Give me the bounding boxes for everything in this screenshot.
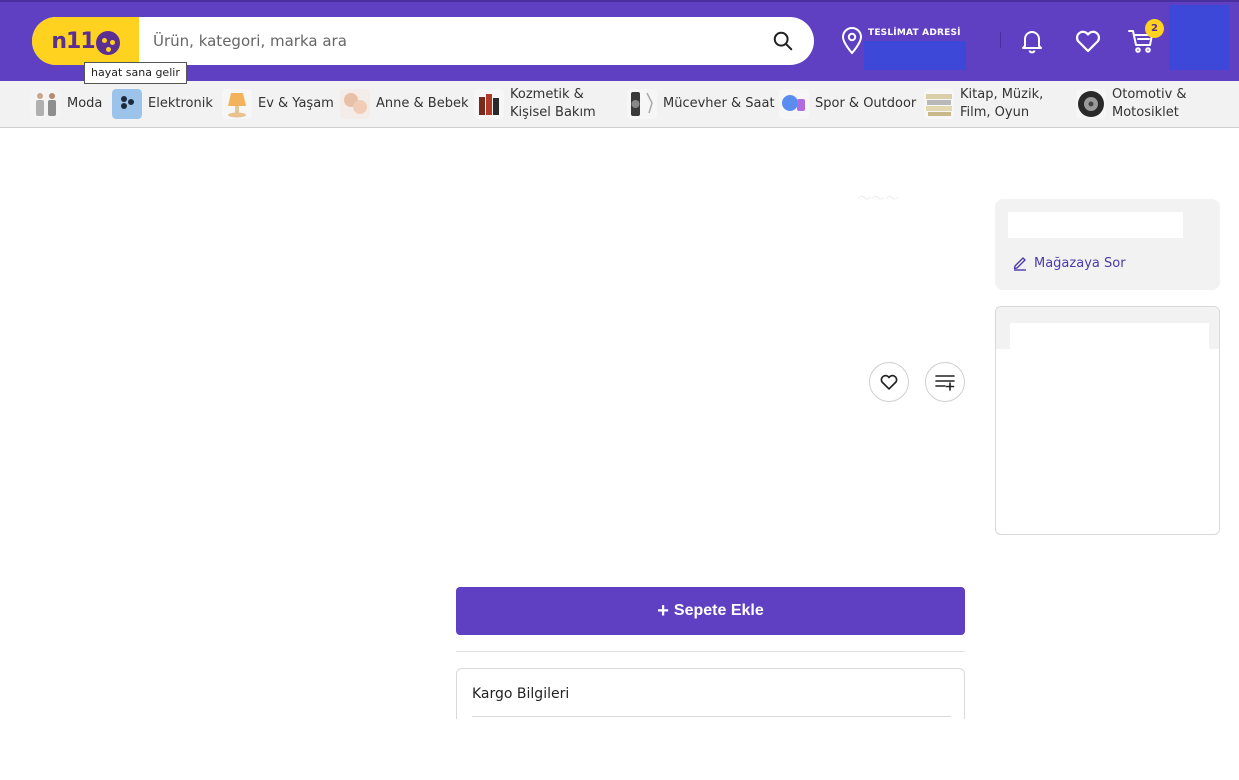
plus-icon: + bbox=[657, 600, 669, 622]
logo-tooltip: hayat sana gelir bbox=[84, 62, 187, 84]
add-to-cart-label: Sepete Ekle bbox=[673, 602, 764, 619]
seller-info-card bbox=[995, 306, 1220, 535]
page-bottom-blank bbox=[0, 719, 1239, 780]
category-label: Elektronik bbox=[148, 96, 213, 111]
notification-bell-icon[interactable] bbox=[1019, 28, 1045, 54]
cart-count-badge: 2 bbox=[1145, 19, 1164, 38]
baby-thumbnail-icon bbox=[340, 89, 370, 119]
location-pin-icon[interactable] bbox=[840, 27, 864, 55]
category-label: Anne & Bebek bbox=[376, 96, 469, 111]
heart-icon bbox=[880, 374, 898, 390]
category-label: Mücevher & Saat bbox=[663, 96, 775, 111]
search-icon[interactable] bbox=[772, 30, 794, 52]
section-divider bbox=[456, 651, 965, 652]
user-account-button[interactable] bbox=[1169, 5, 1229, 70]
category-anne-bebek[interactable]: Anne & Bebek bbox=[340, 81, 468, 127]
category-moda[interactable]: Moda bbox=[31, 81, 102, 127]
category-kitap-muzik[interactable]: Kitap, Müzik, Film, Oyun bbox=[924, 81, 1043, 127]
category-label: Otomotiv & Motosiklet bbox=[1112, 87, 1187, 120]
add-to-list-button[interactable] bbox=[925, 362, 965, 402]
tire-thumbnail-icon bbox=[1076, 89, 1106, 119]
cargo-divider bbox=[472, 716, 951, 717]
fashion-thumbnail-icon bbox=[31, 89, 61, 119]
category-mucevher-saat[interactable]: Mücevher & Saat bbox=[627, 81, 775, 127]
search-input[interactable] bbox=[153, 17, 763, 65]
store-name[interactable] bbox=[1008, 212, 1183, 238]
favorites-heart-icon[interactable] bbox=[1074, 28, 1102, 54]
store-card: Mağazaya Sor bbox=[995, 199, 1220, 290]
logo-search-bar: n11 bbox=[32, 17, 814, 65]
category-label: Moda bbox=[67, 96, 103, 111]
category-label: Ev & Yaşam bbox=[258, 96, 334, 111]
logo-text: n11 bbox=[51, 28, 95, 54]
seller-card-placeholder bbox=[1010, 323, 1209, 353]
header-top-strip bbox=[0, 0, 1239, 2]
add-to-favorites-button[interactable] bbox=[869, 362, 909, 402]
header-divider bbox=[1000, 32, 1001, 48]
ask-store-label: Mağazaya Sor bbox=[1034, 255, 1126, 271]
lamp-thumbnail-icon bbox=[222, 89, 252, 119]
logo-ladybug-icon bbox=[95, 31, 120, 55]
phone-thumbnail-icon bbox=[112, 89, 142, 119]
pencil-icon bbox=[1013, 257, 1026, 271]
category-elektronik[interactable]: Elektronik bbox=[112, 81, 213, 127]
books-thumbnail-icon bbox=[924, 89, 954, 119]
dumbbell-thumbnail-icon bbox=[779, 89, 809, 119]
add-to-list-icon bbox=[935, 375, 955, 391]
faint-product-mark: 〜〜〜 bbox=[856, 191, 898, 207]
delivery-address-label[interactable]: TESLİMAT ADRESİ bbox=[868, 28, 961, 38]
add-to-cart-button[interactable]: + Sepete Ekle bbox=[456, 587, 965, 635]
delivery-address-value[interactable] bbox=[864, 41, 966, 70]
category-label: Kitap, Müzik, Film, Oyun bbox=[960, 87, 1044, 120]
watch-thumbnail-icon bbox=[627, 89, 657, 119]
ask-store-link[interactable]: Mağazaya Sor bbox=[1012, 255, 1126, 271]
category-label: Kozmetik & Kişisel Bakım bbox=[510, 87, 596, 120]
n11-logo[interactable]: n11 bbox=[32, 17, 139, 65]
category-ev-yasam[interactable]: Ev & Yaşam bbox=[222, 81, 334, 127]
category-label: Spor & Outdoor bbox=[815, 96, 917, 111]
category-spor-outdoor[interactable]: Spor & Outdoor bbox=[779, 81, 916, 127]
cosmetics-thumbnail-icon bbox=[474, 89, 504, 119]
cargo-info-title: Kargo Bilgileri bbox=[472, 686, 570, 702]
category-bar: Moda Elektronik Ev & Yaşam Anne & Bebek … bbox=[0, 81, 1239, 128]
category-kozmetik[interactable]: Kozmetik & Kişisel Bakım bbox=[474, 81, 596, 127]
category-otomotiv[interactable]: Otomotiv & Motosiklet bbox=[1076, 81, 1187, 127]
